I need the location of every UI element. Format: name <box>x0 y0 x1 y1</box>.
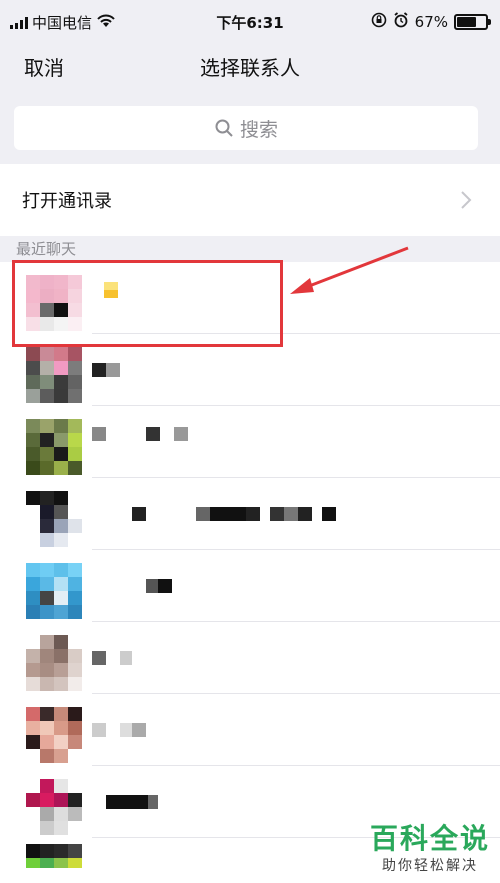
list-item[interactable] <box>0 406 500 478</box>
list-item[interactable] <box>0 622 500 694</box>
list-item[interactable] <box>0 478 500 550</box>
section-header-recent-chats: 最近聊天 <box>0 236 500 262</box>
list-item[interactable] <box>0 694 500 766</box>
avatar <box>26 635 82 691</box>
search-icon <box>214 118 234 138</box>
avatar <box>26 275 82 331</box>
list-item[interactable] <box>0 550 500 622</box>
nav-bar: 取消 选择联系人 <box>0 42 500 92</box>
arrow-annotation <box>290 246 409 294</box>
open-contacts-label: 打开通讯录 <box>22 191 112 212</box>
contact-name-mosaic <box>92 362 120 378</box>
watermark-subtitle: 助你轻松解决 <box>381 858 478 874</box>
open-contacts-item[interactable]: 打开通讯录 <box>0 164 500 236</box>
avatar <box>26 491 82 547</box>
page-title: 选择联系人 <box>200 56 300 80</box>
status-right: 67% <box>371 12 491 32</box>
search-placeholder: 搜索 <box>239 118 278 141</box>
orientation-lock-icon <box>371 12 387 32</box>
list-item[interactable] <box>0 334 500 406</box>
watermark-title: 百科全说 <box>369 822 490 855</box>
avatar <box>26 779 82 835</box>
recent-chat-list <box>0 262 500 868</box>
contact-name-mosaic <box>106 794 158 810</box>
avatar <box>26 347 82 403</box>
list-item[interactable] <box>0 262 500 334</box>
avatar <box>26 844 82 868</box>
contact-name-mosaic <box>132 506 336 522</box>
contact-name-mosaic <box>92 722 146 738</box>
chevron-right-icon <box>460 190 472 215</box>
search-input[interactable]: 搜索 <box>14 106 478 150</box>
contact-name-mosaic <box>104 282 118 298</box>
search-area: 搜索 <box>0 92 500 164</box>
avatar <box>26 563 82 619</box>
battery-icon <box>454 14 491 30</box>
alarm-icon <box>393 12 409 32</box>
watermark-logo: 百科全说 助你轻松解决 <box>370 823 490 875</box>
avatar <box>26 707 82 763</box>
contact-name-mosaic <box>146 578 172 594</box>
contact-name-mosaic <box>92 426 188 442</box>
battery-percent: 67% <box>414 13 448 31</box>
status-bar: 中国电信 下午6:31 67% <box>0 0 500 42</box>
contact-name-mosaic <box>92 650 132 666</box>
avatar <box>26 419 82 475</box>
